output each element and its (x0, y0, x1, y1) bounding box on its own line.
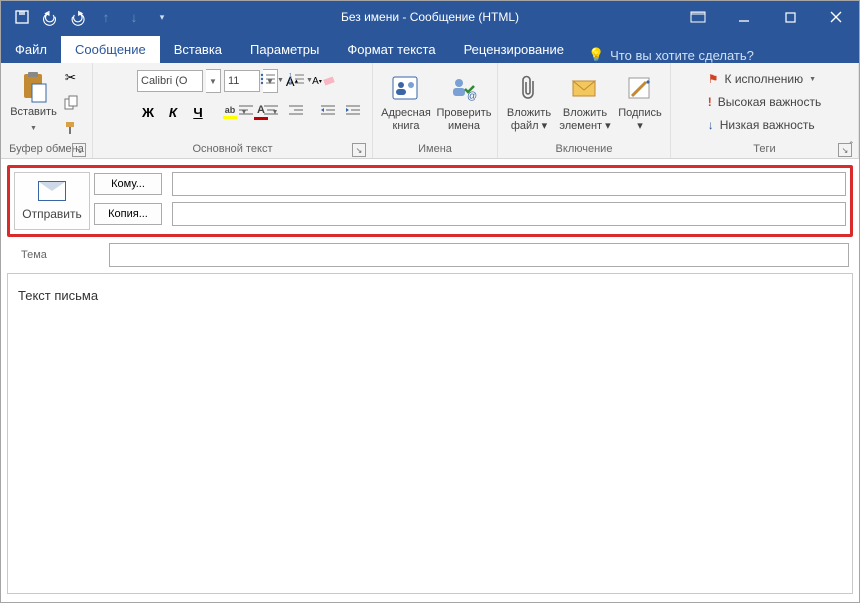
follow-up-button[interactable]: ⚑К исполнению▼ (708, 69, 816, 89)
address-book-button[interactable]: Адреснаякнига (379, 67, 433, 139)
copy-button[interactable] (60, 92, 82, 114)
quick-access-toolbar: ↑ ↓ ▾ (9, 4, 175, 30)
group-basic-text: Calibri (О▼ 11▼ A▴ A▾ Ж К Ч ab▼ A▼ ▼ 123… (93, 63, 373, 158)
bulb-icon: 💡 (588, 47, 604, 63)
tab-format[interactable]: Формат текста (333, 36, 449, 63)
clear-formatting-button[interactable] (318, 69, 340, 91)
send-label: Отправить (22, 207, 82, 221)
signature-button[interactable]: Подпись▾ (616, 67, 664, 139)
group-clipboard: Вставить ▼ ✂ Буфер обмена↘ (1, 63, 93, 158)
close-button[interactable] (813, 1, 859, 33)
signature-label: Подпись▾ (618, 107, 662, 133)
group-include-label: Включение (556, 143, 613, 155)
cut-icon: ✂ (65, 70, 76, 86)
increase-indent-button[interactable] (342, 99, 364, 121)
signature-icon (624, 72, 656, 104)
recipients-header: Отправить Кому... Копия... (7, 165, 853, 237)
chevron-down-icon: ▼ (30, 122, 37, 135)
tab-file[interactable]: Файл (1, 36, 61, 63)
italic-button[interactable]: К (162, 101, 184, 123)
to-button[interactable]: Кому... (94, 173, 162, 195)
dialog-launcher-clipboard[interactable]: ↘ (72, 143, 86, 157)
underline-button[interactable]: Ч (187, 101, 209, 123)
ribbon-display-button[interactable] (675, 1, 721, 33)
bullets-icon (260, 72, 276, 89)
group-tags: ⚑К исполнению▼ !Высокая важность ↓Низкая… (671, 63, 859, 158)
high-importance-button[interactable]: !Высокая важность (708, 92, 821, 112)
address-book-icon (390, 72, 422, 104)
paste-icon (18, 71, 50, 103)
check-names-icon: @ (448, 72, 480, 104)
address-book-label: Адреснаякнига (381, 107, 431, 133)
subject-label: Тема (11, 249, 99, 261)
ribbon: Вставить ▼ ✂ Буфер обмена↘ Calibri (О▼ 1… (1, 63, 859, 159)
format-painter-button[interactable] (60, 117, 82, 139)
flag-icon: ⚑ (708, 72, 719, 86)
attach-item-icon (569, 72, 601, 104)
bold-button[interactable]: Ж (137, 101, 159, 123)
subject-field[interactable] (109, 243, 849, 267)
bullets-button[interactable]: ▼ (260, 71, 286, 89)
collapse-ribbon-button[interactable]: ˆ (850, 141, 853, 152)
font-name-drop[interactable]: ▼ (206, 69, 221, 93)
cut-button[interactable]: ✂ (60, 67, 82, 89)
low-importance-icon: ↓ (708, 118, 714, 132)
ribbon-tabs: Файл Сообщение Вставка Параметры Формат … (1, 33, 859, 63)
attach-item-label: Вложитьэлемент ▾ (559, 107, 610, 133)
minimize-button[interactable] (721, 1, 767, 33)
redo-button[interactable] (65, 4, 91, 30)
dialog-launcher-text[interactable]: ↘ (352, 143, 366, 157)
maximize-button[interactable] (767, 1, 813, 33)
cc-field[interactable] (172, 202, 846, 226)
paste-label: Вставить (10, 106, 57, 119)
numbering-button[interactable]: 123▼ (289, 71, 315, 89)
tab-options[interactable]: Параметры (236, 36, 333, 63)
tell-me-label: Что вы хотите сделать? (610, 48, 754, 63)
group-text-label: Основной текст (193, 143, 273, 155)
align-left-button[interactable] (235, 99, 257, 121)
eraser-icon (322, 72, 336, 89)
tell-me[interactable]: 💡 Что вы хотите сделать? (578, 47, 764, 63)
send-button[interactable]: Отправить (14, 172, 90, 230)
attach-file-label: Вложитьфайл ▾ (507, 107, 551, 133)
check-names-button[interactable]: @ Проверитьимена (437, 67, 491, 139)
cc-button[interactable]: Копия... (94, 203, 162, 225)
undo-button[interactable] (37, 4, 63, 30)
paperclip-icon (513, 72, 545, 104)
compose-area: Отправить Кому... Копия... Тема Текст пи… (1, 159, 859, 602)
align-right-button[interactable] (285, 99, 307, 121)
svg-text:@: @ (467, 91, 477, 102)
tab-review[interactable]: Рецензирование (450, 36, 578, 63)
high-importance-icon: ! (708, 95, 712, 109)
attach-file-button[interactable]: Вложитьфайл ▾ (504, 67, 554, 139)
group-names-label: Имена (418, 143, 452, 155)
paste-button[interactable]: Вставить ▼ (12, 67, 56, 139)
decrease-indent-button[interactable] (317, 99, 339, 121)
title-bar: ↑ ↓ ▾ Без имени - Сообщение (HTML) (1, 1, 859, 33)
qat-customize-button[interactable]: ▾ (149, 4, 175, 30)
align-center-button[interactable] (260, 99, 282, 121)
qat-up-button[interactable]: ↑ (93, 4, 119, 30)
app-window: ↑ ↓ ▾ Без имени - Сообщение (HTML) Файл … (0, 0, 860, 603)
attach-item-button[interactable]: Вложитьэлемент ▾ (558, 67, 612, 139)
tab-message[interactable]: Сообщение (61, 36, 160, 63)
low-importance-button[interactable]: ↓Низкая важность (708, 115, 815, 135)
message-body[interactable]: Текст письма (7, 273, 853, 594)
numbering-icon: 123 (289, 72, 305, 89)
to-field[interactable] (172, 172, 846, 196)
group-tags-label: Теги (753, 143, 775, 155)
tab-insert[interactable]: Вставка (160, 36, 236, 63)
group-include: Вложитьфайл ▾ Вложитьэлемент ▾ Подпись▾ … (498, 63, 671, 158)
group-names: Адреснаякнига @ Проверитьимена Имена (373, 63, 498, 158)
svg-text:3: 3 (289, 81, 292, 87)
font-name-combo[interactable]: Calibri (О (137, 70, 203, 92)
window-controls (675, 1, 859, 33)
qat-down-button[interactable]: ↓ (121, 4, 147, 30)
save-button[interactable] (9, 4, 35, 30)
check-names-label: Проверитьимена (437, 107, 492, 133)
send-icon (38, 181, 66, 201)
